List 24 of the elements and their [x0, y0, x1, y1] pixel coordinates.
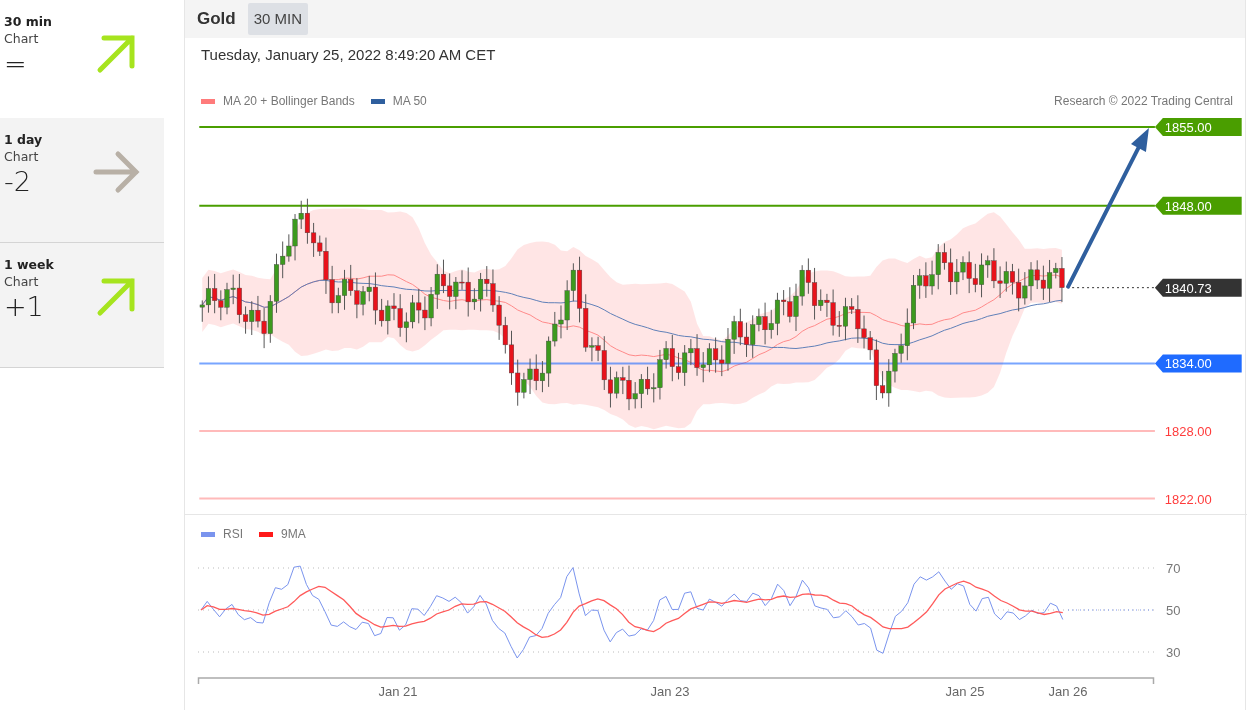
timeframe-label: 30 MIN	[247, 2, 309, 36]
chart-timestamp: Tuesday, January 25, 2022 8:49:20 AM CET	[200, 45, 497, 65]
chart-credit: Research © 2022 Trading Central	[1054, 93, 1233, 110]
legend-label: MA 50	[392, 93, 427, 110]
legend-label: 9MA	[281, 526, 306, 543]
legend-label: MA 20 + Bollinger Bands	[223, 93, 355, 110]
timeframe-item[interactable]: 1 week Chart +1	[0, 243, 164, 368]
price-level-label: 1822.00	[1164, 491, 1212, 507]
price-level-label: 1828.00	[1164, 424, 1212, 439]
axis-date-label: Jan 21	[378, 684, 418, 699]
timeframe-item[interactable]: 1 day Chart -2	[0, 118, 164, 243]
price-level-label: 1834.00	[1154, 354, 1242, 373]
axis-tick-label: 70	[1166, 561, 1181, 576]
axis-tick-label: 50	[1166, 603, 1181, 618]
price-level-label: 1840.73	[1154, 278, 1242, 297]
instrument-title: Gold	[197, 8, 236, 31]
legend-label: RSI	[223, 526, 243, 543]
right-arrow-icon	[92, 148, 140, 196]
price-level-label: 1848.00	[1154, 196, 1242, 215]
axis-date-label: Jan 26	[1048, 684, 1088, 699]
price-level-label: 1855.00	[1154, 118, 1242, 136]
axis-tick-label: 30	[1166, 645, 1181, 660]
axis-date-label: Jan 25	[945, 684, 985, 699]
axis-date-label: Jan 23	[650, 684, 690, 699]
